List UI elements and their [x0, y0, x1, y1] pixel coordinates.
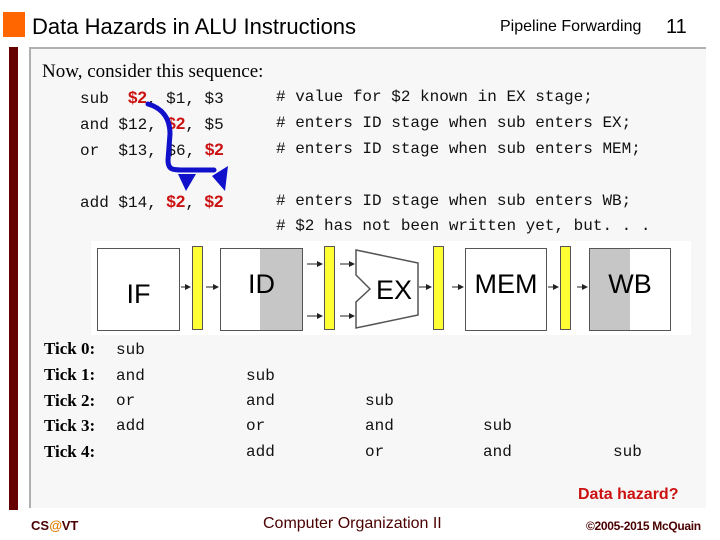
tick-label: Tick 1:: [44, 365, 96, 384]
tick-cell-id: or: [246, 417, 266, 435]
tick-label: Tick 4:: [44, 442, 96, 461]
forwarding-arrow: [145, 101, 217, 173]
diagram-overlay: [145, 101, 588, 329]
tick-cell-mem: and: [483, 443, 512, 461]
tick-label: Tick 2:: [44, 391, 96, 410]
tick-label: Tick 0:: [44, 339, 96, 358]
footer-course: Computer Organization II: [263, 515, 442, 532]
tick-cell-mem: sub: [483, 417, 512, 435]
footer-logo-vt: VT: [61, 518, 79, 533]
tick-cell-ex: sub: [365, 392, 394, 410]
tick-cell-if: and: [116, 367, 145, 385]
tick-cell-ex: or: [365, 443, 385, 461]
stage-ex-label: EX: [372, 270, 416, 310]
tick-cell-wb: sub: [613, 443, 642, 461]
tick-cell-if: or: [116, 392, 136, 410]
forwarding-arrowhead: [178, 174, 196, 191]
footer-logo-cs: CS: [31, 518, 50, 533]
hazard-note: Data hazard?: [578, 486, 679, 503]
stage-label: EX: [375, 274, 413, 305]
tick-cell-ex: and: [365, 417, 394, 435]
footer-copyright: ©2005-2015 McQuain: [586, 519, 701, 533]
tick-cell-id: add: [246, 443, 275, 461]
tick-label: Tick 3:: [44, 416, 96, 435]
footer-logo: CS@VT: [31, 518, 78, 533]
tick-cell-id: and: [246, 392, 275, 410]
tick-cell-if: add: [116, 417, 145, 435]
tick-cell-if: sub: [116, 341, 145, 359]
tick-cell-id: sub: [246, 367, 275, 385]
footer-logo-at: @: [49, 518, 62, 533]
